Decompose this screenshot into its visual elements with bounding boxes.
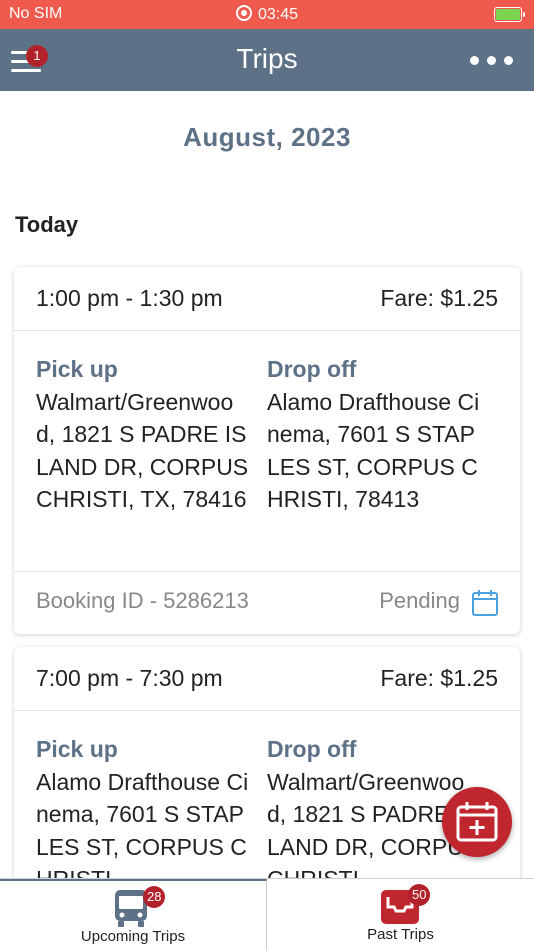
trip-fare: Fare: $1.25 bbox=[380, 665, 498, 691]
trip-status: Pending bbox=[379, 588, 460, 613]
past-trips-badge: 50 bbox=[408, 884, 431, 906]
trip-card-footer: Booking ID - 5286213 Pending bbox=[14, 571, 520, 634]
trip-card-body: Pick up Walmart/Greenwood, 1821 S PADRE … bbox=[14, 331, 520, 571]
more-options-button[interactable] bbox=[470, 56, 514, 68]
tab-past-trips[interactable]: 50 Past Trips bbox=[267, 879, 534, 951]
booking-id: Booking ID - 5286213 bbox=[36, 588, 249, 613]
trip-card[interactable]: 1:00 pm - 1:30 pm Fare: $1.25 Pick up Wa… bbox=[14, 267, 520, 634]
add-booking-button[interactable] bbox=[442, 787, 512, 857]
pickup-address: Alamo Drafthouse Cinema, 7601 S STAPLES … bbox=[36, 768, 249, 893]
pickup-label: Pick up bbox=[36, 356, 118, 382]
tab-past-trips-label: Past Trips bbox=[367, 926, 434, 943]
month-header: August, 2023 bbox=[183, 122, 351, 152]
upcoming-trips-badge: 28 bbox=[143, 886, 166, 908]
dropoff-label: Drop off bbox=[267, 356, 357, 382]
status-bar: No SIM 03:45 bbox=[0, 0, 534, 29]
more-icon bbox=[470, 56, 479, 65]
trip-time: 7:00 pm - 7:30 pm bbox=[36, 665, 223, 691]
clock-time: 03:45 bbox=[257, 6, 299, 23]
clock: 03:45 bbox=[0, 5, 534, 24]
nav-bar: 1 Trips bbox=[0, 29, 534, 91]
calendar-icon bbox=[472, 590, 498, 616]
recording-icon bbox=[235, 5, 252, 21]
page-title: Trips bbox=[236, 43, 298, 74]
tab-upcoming-trips-label: Upcoming Trips bbox=[80, 928, 186, 945]
tab-upcoming-trips[interactable]: 28 Upcoming Trips bbox=[0, 879, 267, 951]
pickup-label: Pick up bbox=[36, 736, 118, 762]
trip-card-header: 1:00 pm - 1:30 pm Fare: $1.25 bbox=[14, 267, 520, 331]
pickup-section: Pick up Alamo Drafthouse Cinema, 7601 S … bbox=[36, 733, 251, 896]
dropoff-address: Alamo Drafthouse Cinema, 7601 S STAPLES … bbox=[267, 388, 480, 513]
section-title-today: Today bbox=[15, 212, 79, 237]
battery-icon bbox=[494, 7, 525, 22]
trip-card-header: 7:00 pm - 7:30 pm Fare: $1.25 bbox=[14, 647, 520, 711]
pickup-section: Pick up Walmart/Greenwood, 1821 S PADRE … bbox=[36, 353, 251, 516]
trip-time: 1:00 pm - 1:30 pm bbox=[36, 285, 223, 311]
dropoff-section: Drop off Alamo Drafthouse Cinema, 7601 S… bbox=[267, 353, 482, 516]
tab-bar: 28 Upcoming Trips 50 Past Trips bbox=[0, 878, 534, 951]
pickup-address: Walmart/Greenwood, 1821 S PADRE ISLAND D… bbox=[36, 388, 249, 513]
trip-card[interactable]: 7:00 pm - 7:30 pm Fare: $1.25 Pick up Al… bbox=[14, 647, 520, 892]
dropoff-label: Drop off bbox=[267, 736, 357, 762]
trip-fare: Fare: $1.25 bbox=[380, 285, 498, 311]
calendar-plus-icon bbox=[456, 802, 498, 842]
